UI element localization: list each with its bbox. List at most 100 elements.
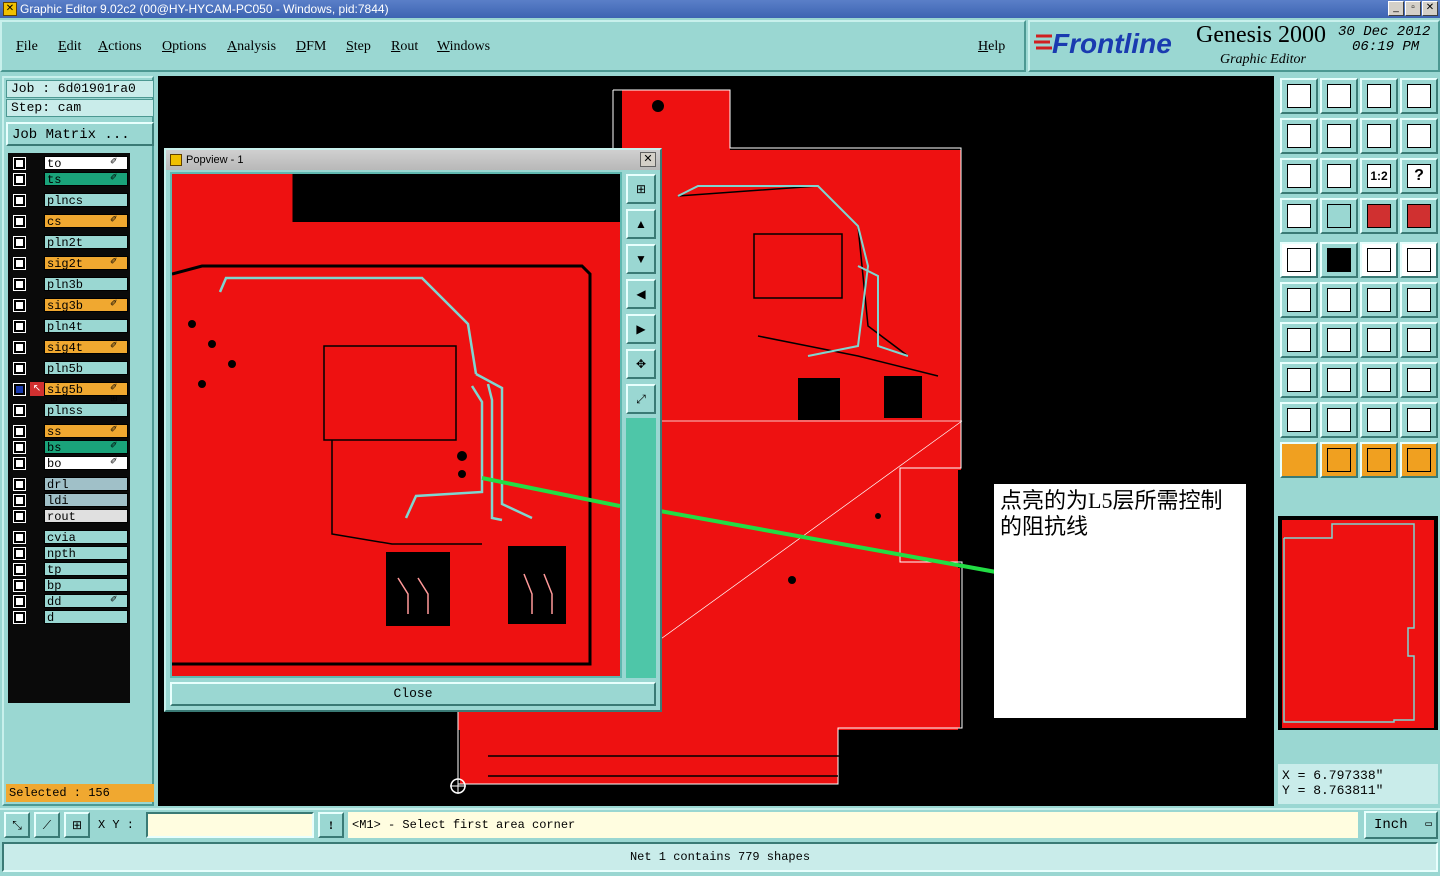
layer-name[interactable]: pln4t	[44, 319, 128, 334]
layer-checkbox[interactable]	[13, 510, 26, 523]
toolbar-line2-icon[interactable]	[1400, 282, 1438, 318]
menu-rout[interactable]: Rout	[391, 39, 418, 55]
layer-checkbox[interactable]	[13, 173, 26, 186]
zoom-area-icon[interactable]: ⤡	[4, 812, 30, 838]
layer-row[interactable]: dd ✐	[10, 594, 128, 609]
toolbar-pad-icon[interactable]	[1400, 242, 1438, 278]
layer-checkbox[interactable]	[13, 383, 26, 396]
popview-zoom-out-icon[interactable]: ⤢	[626, 384, 656, 414]
layer-row[interactable]: pln2t	[10, 235, 128, 250]
layer-row[interactable]: sig3b ✐	[10, 298, 128, 313]
layer-row[interactable]: sig2t ✐	[10, 256, 128, 271]
toolbar-snap-icon[interactable]	[1280, 242, 1318, 278]
popview-scroll-area[interactable]	[626, 418, 656, 678]
layer-name[interactable]: plnss	[44, 403, 128, 418]
menu-edit[interactable]: Edit	[58, 39, 81, 55]
toolbar-measure-icon[interactable]	[1280, 198, 1318, 234]
layer-row[interactable]: drl	[10, 477, 128, 492]
menu-help[interactable]: Help	[978, 39, 1005, 55]
menu-options[interactable]: Options	[162, 39, 206, 55]
popview-close-icon[interactable]: ✕	[640, 152, 656, 167]
toolbar-select4-icon[interactable]	[1400, 442, 1438, 478]
layer-name[interactable]: npth	[44, 546, 128, 561]
toolbar-draw-icon[interactable]	[1320, 242, 1358, 278]
toolbar-ruler-icon[interactable]	[1360, 242, 1398, 278]
layer-checkbox[interactable]	[13, 194, 26, 207]
layer-checkbox[interactable]	[13, 547, 26, 560]
toolbar-dim-icon[interactable]	[1360, 362, 1398, 398]
layer-row[interactable]: plncs	[10, 193, 128, 208]
xy-input[interactable]	[146, 812, 314, 838]
layer-name[interactable]: d	[44, 610, 128, 625]
popview-close-button[interactable]: Close	[170, 682, 656, 706]
toolbar-tri-icon[interactable]	[1280, 402, 1318, 438]
layer-row[interactable]: rout	[10, 509, 128, 524]
toolbar-arc-icon[interactable]	[1360, 322, 1398, 358]
toolbar-flip-icon[interactable]	[1360, 118, 1398, 154]
layer-checkbox[interactable]	[13, 531, 26, 544]
layer-checkbox[interactable]	[13, 478, 26, 491]
toolbar-split-icon[interactable]	[1400, 78, 1438, 114]
layer-row[interactable]: pln4t	[10, 319, 128, 334]
toolbar-help-button[interactable]: ?	[1400, 158, 1438, 194]
toolbar-select3-icon[interactable]	[1360, 442, 1398, 478]
toolbar-cross-icon[interactable]	[1320, 282, 1358, 318]
layer-name[interactable]: cvia	[44, 530, 128, 545]
toolbar-line-icon[interactable]	[1360, 282, 1398, 318]
layer-name[interactable]: pln2t	[44, 235, 128, 250]
toolbar-select2-icon[interactable]	[1320, 442, 1358, 478]
layer-name[interactable]: pln5b	[44, 361, 128, 376]
layer-checkbox[interactable]	[13, 299, 26, 312]
menu-windows[interactable]: Windows	[437, 39, 490, 55]
layer-checkbox[interactable]	[13, 563, 26, 576]
layer-checkbox[interactable]	[13, 579, 26, 592]
menu-dfm[interactable]: DFM	[296, 39, 326, 55]
layer-row[interactable]: ↖ sig5b ✐ ⊞	[10, 382, 128, 403]
layer-checkbox[interactable]	[13, 494, 26, 507]
layer-checkbox[interactable]	[13, 257, 26, 270]
popview-pan-up-icon[interactable]: ▲	[626, 209, 656, 239]
layer-name[interactable]: rout	[44, 509, 128, 524]
layer-name[interactable]: tp	[44, 562, 128, 577]
layer-checkbox[interactable]	[13, 404, 26, 417]
toolbar-net2-icon[interactable]	[1400, 198, 1438, 234]
layer-checkbox[interactable]	[13, 595, 26, 608]
toolbar-net-icon[interactable]	[1360, 198, 1398, 234]
layer-checkbox[interactable]	[13, 236, 26, 249]
layer-name[interactable]: pln3b	[44, 277, 128, 292]
layer-row[interactable]: bs ✐	[10, 440, 128, 455]
unit-selector[interactable]: Inch ▭	[1364, 811, 1438, 839]
toolbar-rotate-icon[interactable]	[1400, 118, 1438, 154]
minimize-button[interactable]: _	[1388, 1, 1404, 16]
toolbar-grid-icon[interactable]	[1320, 198, 1358, 234]
layer-row[interactable]: pln3b	[10, 277, 128, 292]
layer-row[interactable]: bo ✐	[10, 456, 128, 471]
layer-checkbox[interactable]	[13, 341, 26, 354]
popview-window[interactable]: Popview - 1 ✕ ⊞ ▲ ▼ ◀ ▶ ✥ ⤢ Close	[164, 148, 662, 712]
layer-checkbox[interactable]	[13, 215, 26, 228]
popview-pan-left-icon[interactable]: ◀	[626, 279, 656, 309]
toolbar-center-icon[interactable]	[1320, 158, 1358, 194]
popview-zoom-view[interactable]	[170, 172, 622, 678]
layer-checkbox[interactable]	[13, 320, 26, 333]
layer-name[interactable]: bp	[44, 578, 128, 593]
alert-icon[interactable]: !	[318, 812, 344, 838]
popview-pan-right-icon[interactable]: ▶	[626, 314, 656, 344]
measure-icon[interactable]: ⟋	[34, 812, 60, 838]
layer-checkbox[interactable]	[13, 157, 26, 170]
layer-name[interactable]: drl	[44, 477, 128, 492]
layer-row[interactable]: pln5b	[10, 361, 128, 376]
toolbar-shape-icon[interactable]	[1280, 362, 1318, 398]
menu-analysis[interactable]: Analysis	[227, 39, 276, 55]
toolbar-angle-icon[interactable]	[1280, 322, 1318, 358]
menu-actions[interactable]: Actions	[98, 39, 142, 55]
toolbar-connect-icon[interactable]	[1280, 282, 1318, 318]
maximize-button[interactable]: ▫	[1405, 1, 1421, 16]
layer-row[interactable]: to ✐	[10, 156, 128, 171]
layer-row[interactable]: ss ✐	[10, 424, 128, 439]
layer-checkbox[interactable]	[13, 441, 26, 454]
toolbar-scale-button[interactable]: 1:2	[1360, 158, 1398, 194]
menu-step[interactable]: Step	[346, 39, 371, 55]
layer-name[interactable]: plncs	[44, 193, 128, 208]
layer-checkbox[interactable]	[13, 457, 26, 470]
